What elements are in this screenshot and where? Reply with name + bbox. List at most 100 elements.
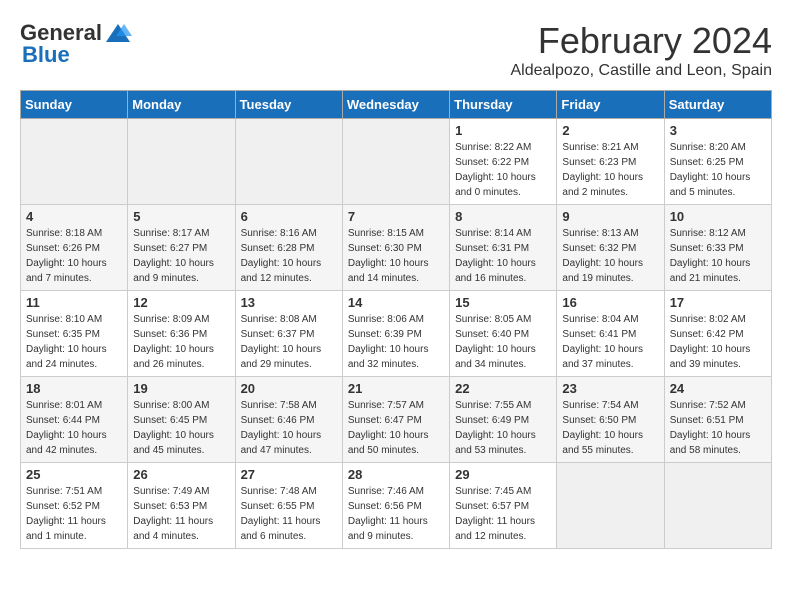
calendar-table: SundayMondayTuesdayWednesdayThursdayFrid… (20, 90, 772, 549)
calendar-body: 1 Sunrise: 8:22 AMSunset: 6:22 PMDaylight… (21, 119, 772, 549)
day-info: Sunrise: 8:12 AMSunset: 6:33 PMDaylight:… (670, 226, 766, 286)
day-number: 29 (455, 467, 551, 482)
day-info: Sunrise: 8:18 AMSunset: 6:26 PMDaylight:… (26, 226, 122, 286)
calendar-cell: 18 Sunrise: 8:01 AMSunset: 6:44 PMDayligh… (21, 377, 128, 463)
calendar-cell: 13 Sunrise: 8:08 AMSunset: 6:37 PMDayligh… (235, 291, 342, 377)
day-info: Sunrise: 8:09 AMSunset: 6:36 PMDaylight:… (133, 312, 229, 372)
calendar-cell (557, 463, 664, 549)
day-number: 23 (562, 381, 658, 396)
logo: General Blue (20, 20, 132, 68)
day-number: 2 (562, 123, 658, 138)
calendar-cell: 29 Sunrise: 7:45 AMSunset: 6:57 PMDayligh… (450, 463, 557, 549)
calendar-cell: 16 Sunrise: 8:04 AMSunset: 6:41 PMDayligh… (557, 291, 664, 377)
day-info: Sunrise: 8:04 AMSunset: 6:41 PMDaylight:… (562, 312, 658, 372)
calendar-cell: 8 Sunrise: 8:14 AMSunset: 6:31 PMDaylight… (450, 205, 557, 291)
day-number: 8 (455, 209, 551, 224)
calendar-cell: 23 Sunrise: 7:54 AMSunset: 6:50 PMDayligh… (557, 377, 664, 463)
logo-icon (104, 22, 132, 44)
day-number: 26 (133, 467, 229, 482)
weekday-header-thursday: Thursday (450, 91, 557, 119)
day-info: Sunrise: 7:57 AMSunset: 6:47 PMDaylight:… (348, 398, 444, 458)
weekday-header-wednesday: Wednesday (342, 91, 449, 119)
calendar-cell (342, 119, 449, 205)
day-info: Sunrise: 7:54 AMSunset: 6:50 PMDaylight:… (562, 398, 658, 458)
calendar-cell: 25 Sunrise: 7:51 AMSunset: 6:52 PMDayligh… (21, 463, 128, 549)
day-number: 19 (133, 381, 229, 396)
day-number: 18 (26, 381, 122, 396)
location-title: Aldealpozo, Castille and Leon, Spain (510, 62, 772, 80)
day-info: Sunrise: 8:05 AMSunset: 6:40 PMDaylight:… (455, 312, 551, 372)
day-number: 3 (670, 123, 766, 138)
day-number: 14 (348, 295, 444, 310)
day-number: 15 (455, 295, 551, 310)
calendar-cell: 14 Sunrise: 8:06 AMSunset: 6:39 PMDayligh… (342, 291, 449, 377)
calendar-cell: 28 Sunrise: 7:46 AMSunset: 6:56 PMDayligh… (342, 463, 449, 549)
day-number: 25 (26, 467, 122, 482)
day-info: Sunrise: 8:22 AMSunset: 6:22 PMDaylight:… (455, 140, 551, 200)
weekday-header-saturday: Saturday (664, 91, 771, 119)
day-number: 12 (133, 295, 229, 310)
calendar-cell: 5 Sunrise: 8:17 AMSunset: 6:27 PMDaylight… (128, 205, 235, 291)
calendar-cell (128, 119, 235, 205)
calendar-cell: 3 Sunrise: 8:20 AMSunset: 6:25 PMDaylight… (664, 119, 771, 205)
calendar-week-5: 25 Sunrise: 7:51 AMSunset: 6:52 PMDayligh… (21, 463, 772, 549)
day-number: 21 (348, 381, 444, 396)
day-number: 16 (562, 295, 658, 310)
page-header: General Blue February 2024 Aldealpozo, C… (20, 20, 772, 80)
day-number: 22 (455, 381, 551, 396)
calendar-cell: 20Sunrise: 7:58 AMSunset: 6:46 PMDayligh… (235, 377, 342, 463)
day-info: Sunrise: 8:14 AMSunset: 6:31 PMDaylight:… (455, 226, 551, 286)
calendar-cell: 7Sunrise: 8:15 AMSunset: 6:30 PMDaylight… (342, 205, 449, 291)
month-title: February 2024 (510, 20, 772, 62)
calendar-header-row: SundayMondayTuesdayWednesdayThursdayFrid… (21, 91, 772, 119)
title-block: February 2024 Aldealpozo, Castille and L… (510, 20, 772, 80)
calendar-cell: 22 Sunrise: 7:55 AMSunset: 6:49 PMDayligh… (450, 377, 557, 463)
calendar-cell: 11Sunrise: 8:10 AMSunset: 6:35 PMDayligh… (21, 291, 128, 377)
calendar-cell: 12 Sunrise: 8:09 AMSunset: 6:36 PMDayligh… (128, 291, 235, 377)
day-number: 13 (241, 295, 337, 310)
day-number: 6 (241, 209, 337, 224)
weekday-header-monday: Monday (128, 91, 235, 119)
calendar-cell: 19Sunrise: 8:00 AMSunset: 6:45 PMDayligh… (128, 377, 235, 463)
calendar-week-2: 4 Sunrise: 8:18 AMSunset: 6:26 PMDaylight… (21, 205, 772, 291)
day-info: Sunrise: 7:51 AMSunset: 6:52 PMDaylight:… (26, 484, 122, 544)
day-info: Sunrise: 8:16 AMSunset: 6:28 PMDaylight:… (241, 226, 337, 286)
calendar-cell: 21 Sunrise: 7:57 AMSunset: 6:47 PMDayligh… (342, 377, 449, 463)
day-info: Sunrise: 7:55 AMSunset: 6:49 PMDaylight:… (455, 398, 551, 458)
calendar-cell (21, 119, 128, 205)
day-info: Sunrise: 7:45 AMSunset: 6:57 PMDaylight:… (455, 484, 551, 544)
day-number: 4 (26, 209, 122, 224)
weekday-header-tuesday: Tuesday (235, 91, 342, 119)
calendar-cell: 2 Sunrise: 8:21 AMSunset: 6:23 PMDaylight… (557, 119, 664, 205)
day-number: 11 (26, 295, 122, 310)
calendar-cell: 17 Sunrise: 8:02 AMSunset: 6:42 PMDayligh… (664, 291, 771, 377)
weekday-header-sunday: Sunday (21, 91, 128, 119)
calendar-cell: 10 Sunrise: 8:12 AMSunset: 6:33 PMDayligh… (664, 205, 771, 291)
day-info: Sunrise: 8:17 AMSunset: 6:27 PMDaylight:… (133, 226, 229, 286)
day-info: Sunrise: 8:20 AMSunset: 6:25 PMDaylight:… (670, 140, 766, 200)
calendar-cell: 9 Sunrise: 8:13 AMSunset: 6:32 PMDaylight… (557, 205, 664, 291)
weekday-header-friday: Friday (557, 91, 664, 119)
day-number: 27 (241, 467, 337, 482)
day-number: 9 (562, 209, 658, 224)
day-info: Sunrise: 8:13 AMSunset: 6:32 PMDaylight:… (562, 226, 658, 286)
day-info: Sunrise: 8:02 AMSunset: 6:42 PMDaylight:… (670, 312, 766, 372)
day-number: 5 (133, 209, 229, 224)
day-info: Sunrise: 8:06 AMSunset: 6:39 PMDaylight:… (348, 312, 444, 372)
calendar-cell (235, 119, 342, 205)
day-info: Sunrise: 7:49 AMSunset: 6:53 PMDaylight:… (133, 484, 229, 544)
day-info: Sunrise: 8:01 AMSunset: 6:44 PMDaylight:… (26, 398, 122, 458)
day-number: 1 (455, 123, 551, 138)
calendar-week-4: 18 Sunrise: 8:01 AMSunset: 6:44 PMDayligh… (21, 377, 772, 463)
calendar-cell (664, 463, 771, 549)
day-info: Sunrise: 8:08 AMSunset: 6:37 PMDaylight:… (241, 312, 337, 372)
day-number: 10 (670, 209, 766, 224)
day-info: Sunrise: 7:48 AMSunset: 6:55 PMDaylight:… (241, 484, 337, 544)
day-info: Sunrise: 7:46 AMSunset: 6:56 PMDaylight:… (348, 484, 444, 544)
calendar-week-3: 11Sunrise: 8:10 AMSunset: 6:35 PMDayligh… (21, 291, 772, 377)
day-number: 17 (670, 295, 766, 310)
day-number: 24 (670, 381, 766, 396)
day-number: 7 (348, 209, 444, 224)
day-info: Sunrise: 8:21 AMSunset: 6:23 PMDaylight:… (562, 140, 658, 200)
day-number: 28 (348, 467, 444, 482)
